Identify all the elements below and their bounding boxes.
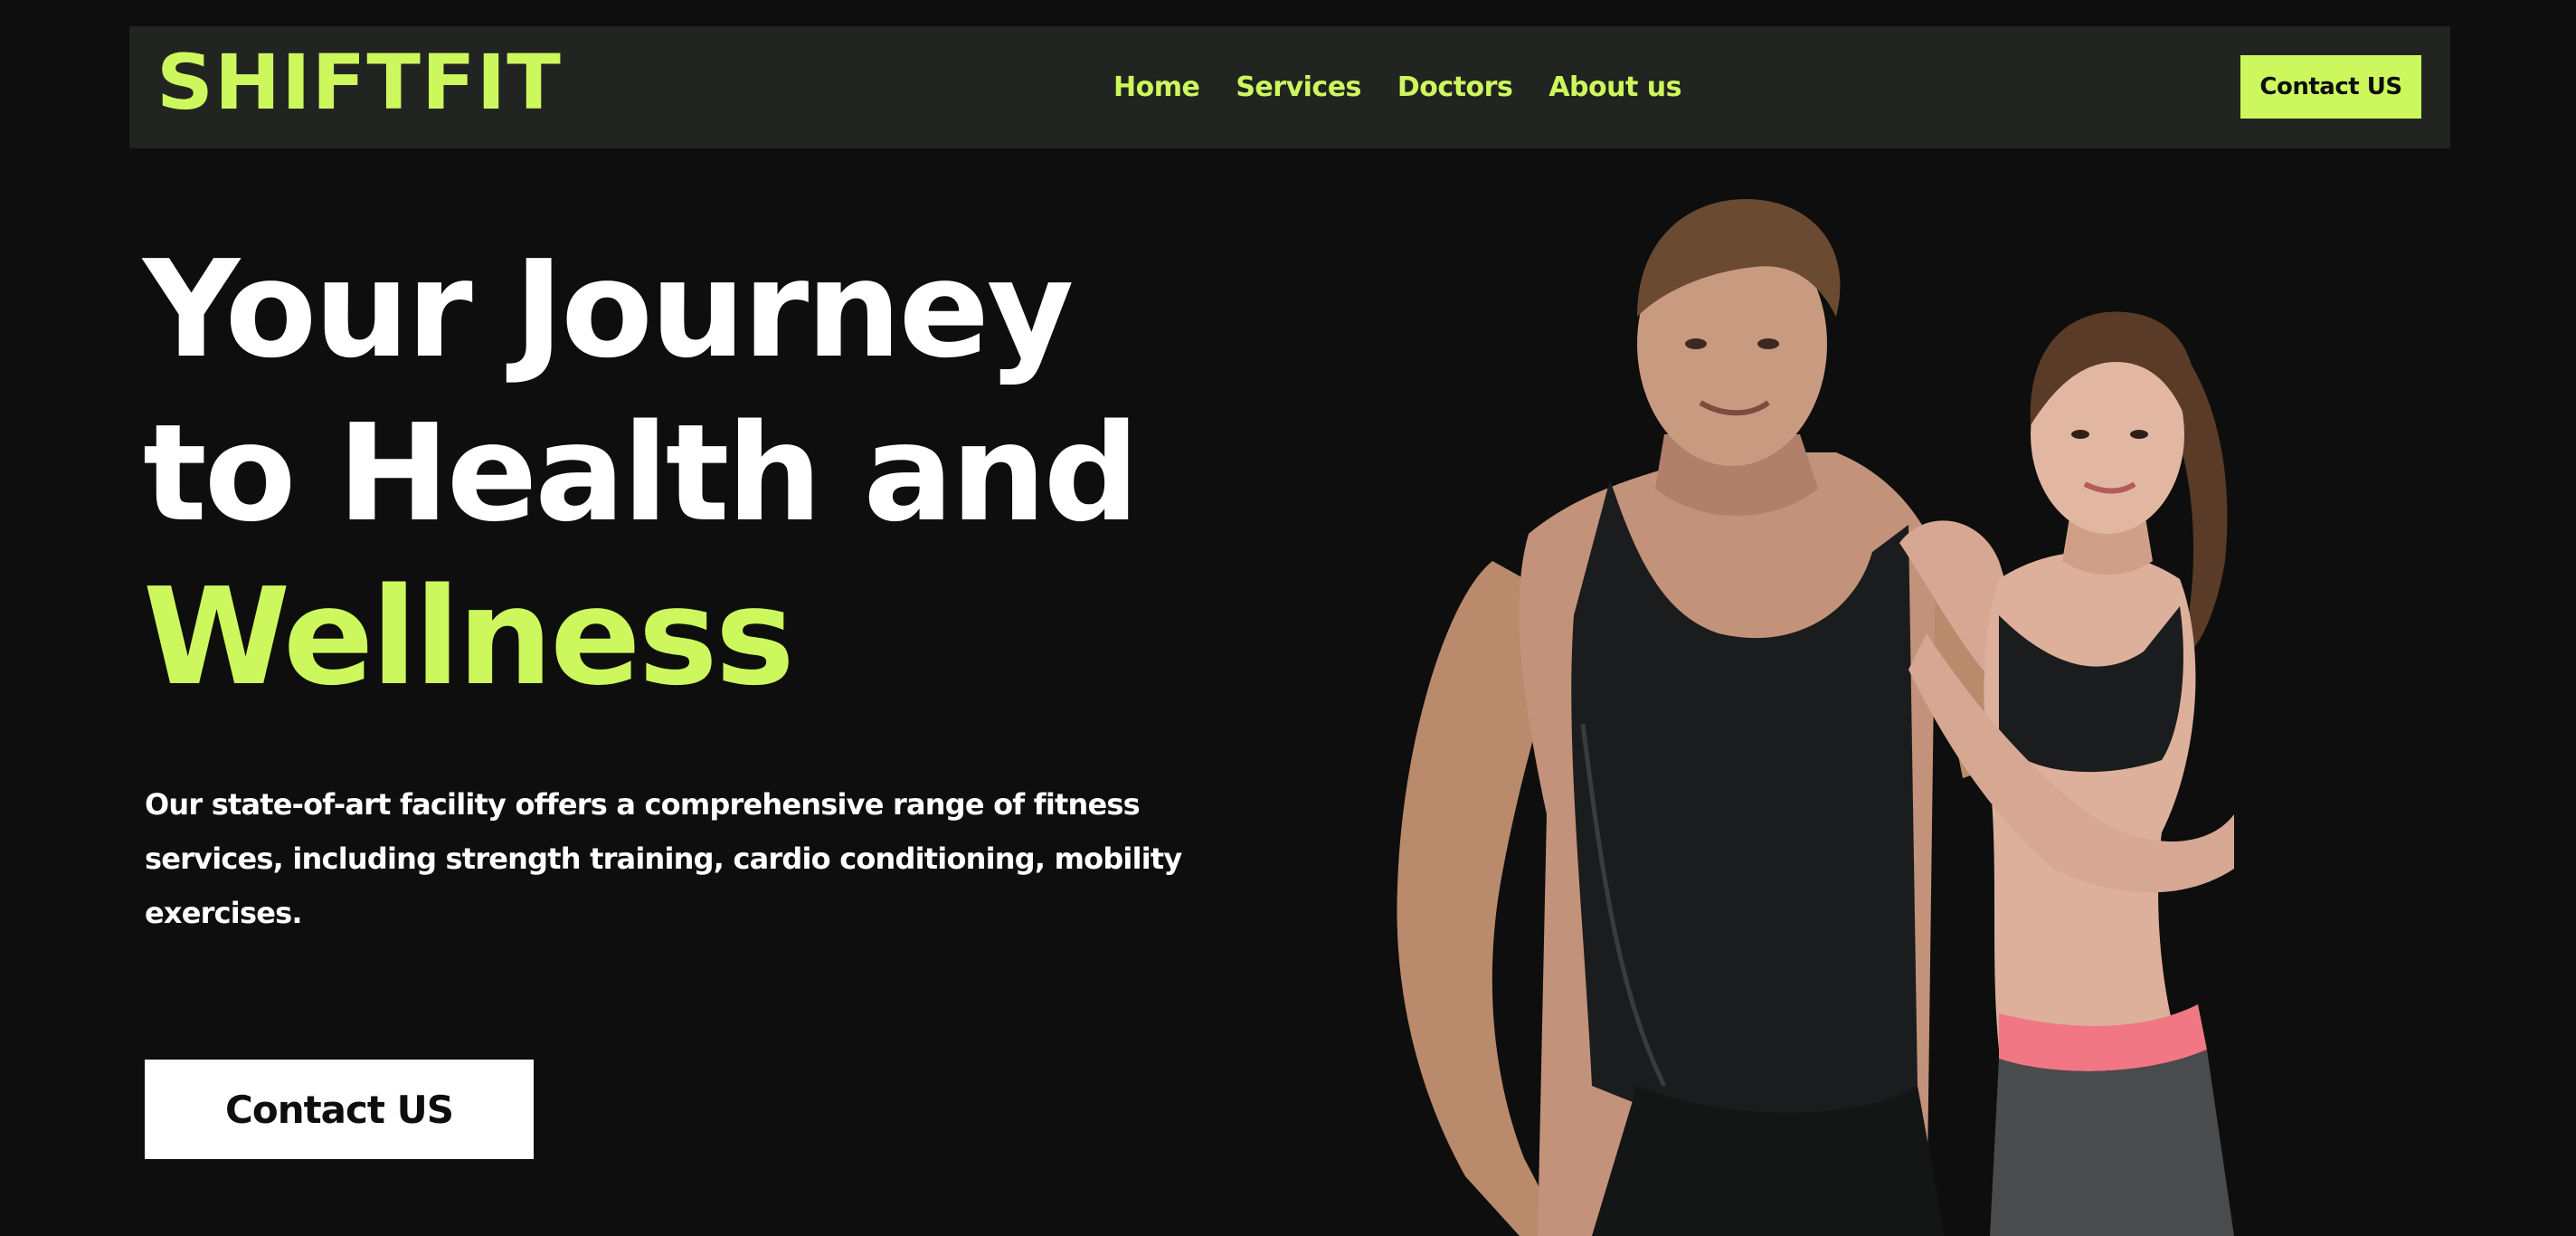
nav-link-about-us[interactable]: About us <box>1548 71 1681 103</box>
hero-heading-line-1: Your Journey <box>143 232 1074 387</box>
hero-heading: Your Journey to Health and Wellness <box>143 228 1140 719</box>
top-navbar: SHIFTFIT Home Services Doctors About us … <box>129 26 2450 148</box>
main-nav: Home Services Doctors About us <box>1113 26 1681 148</box>
landing-page: SHIFTFIT Home Services Doctors About us … <box>0 0 2576 1236</box>
hero-fitness-couple-image <box>1366 181 2316 1236</box>
woman-figure <box>1899 311 2234 1236</box>
hero-contact-button[interactable]: Contact US <box>145 1060 534 1159</box>
hero-description: Our state-of-art facility offers a compr… <box>145 787 1182 930</box>
nav-link-services[interactable]: Services <box>1236 71 1361 103</box>
header-contact-button[interactable]: Contact US <box>2240 55 2421 119</box>
man-figure <box>1397 199 1990 1236</box>
brand-logo[interactable]: SHIFTFIT <box>156 44 562 120</box>
hero-heading-line-2: to Health and <box>143 395 1140 551</box>
nav-link-doctors[interactable]: Doctors <box>1397 71 1513 103</box>
nav-link-home[interactable]: Home <box>1113 71 1200 103</box>
hero-heading-accent: Wellness <box>143 559 795 715</box>
